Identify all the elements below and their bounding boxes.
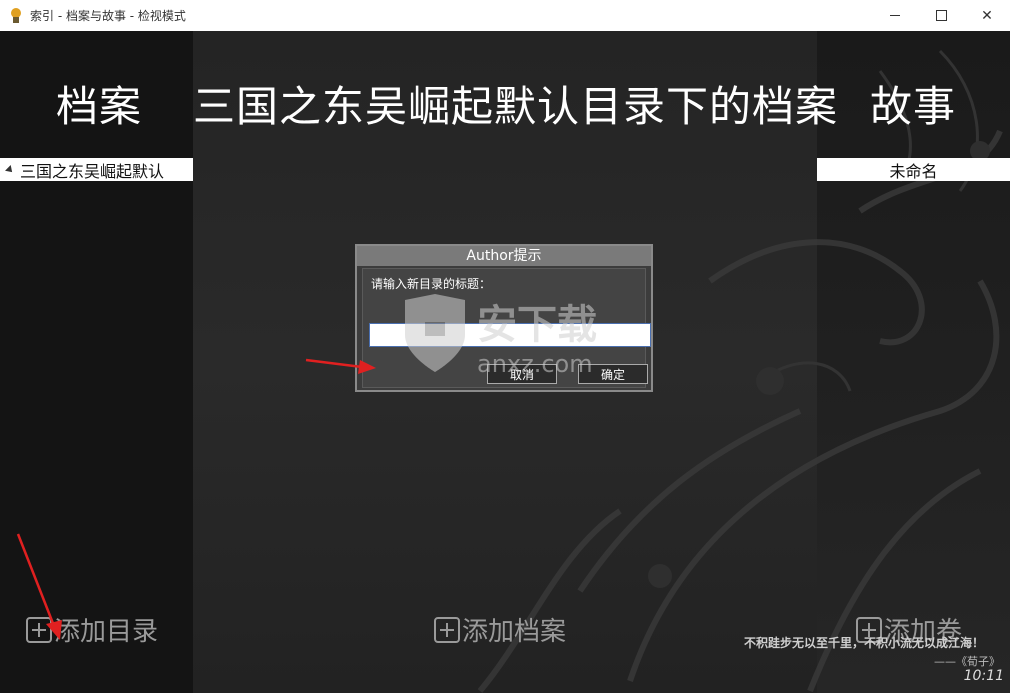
window-title: 索引 - 档案与故事 - 检视模式 — [30, 9, 186, 23]
lightbulb-icon — [8, 7, 24, 24]
tree-item-label: 三国之东吴崛起默认 — [20, 161, 165, 181]
story-list-item[interactable]: 未命名 — [817, 158, 1010, 181]
arrow-to-input-icon — [305, 358, 376, 374]
close-icon: ✕ — [981, 7, 993, 24]
shield-icon: 安下载 anxz.com — [405, 294, 597, 378]
watermark: 安下载 anxz.com — [395, 290, 615, 380]
archives-header: 档案 — [56, 82, 143, 131]
expand-triangle-icon[interactable] — [5, 164, 15, 175]
tree-item-default-directory[interactable]: 三国之东吴崛起默认 — [0, 158, 193, 181]
quote-text: 不积跬步无以至千里，不积小流无以成江海！ — [744, 636, 985, 650]
watermark-cn: 安下载 — [477, 302, 597, 348]
close-button[interactable]: ✕ — [964, 0, 1010, 31]
plus-square-icon — [434, 616, 460, 643]
stories-header: 故事 — [870, 82, 957, 131]
add-file-label: 添加档案 — [462, 617, 567, 647]
dialog-title: Author提示 — [357, 246, 651, 266]
story-item-label: 未命名 — [889, 161, 938, 181]
minimize-icon — [890, 15, 900, 16]
maximize-button[interactable] — [918, 0, 964, 31]
arrow-to-add-directory-icon — [16, 533, 62, 640]
directory-archives-header: 三国之东吴崛起默认目录下的档案 — [193, 82, 839, 131]
title-bar: 索引 - 档案与故事 - 检视模式 ✕ — [0, 0, 1010, 32]
quote-source: ——《荀子》 — [934, 655, 1000, 668]
clock: 10:11 — [963, 668, 1004, 684]
add-file-button[interactable]: 添加档案 — [434, 611, 566, 648]
maximize-icon — [935, 10, 947, 21]
watermark-en: anxz.com — [477, 350, 593, 378]
window-controls: ✕ — [872, 0, 1010, 31]
minimize-button[interactable] — [872, 0, 918, 31]
